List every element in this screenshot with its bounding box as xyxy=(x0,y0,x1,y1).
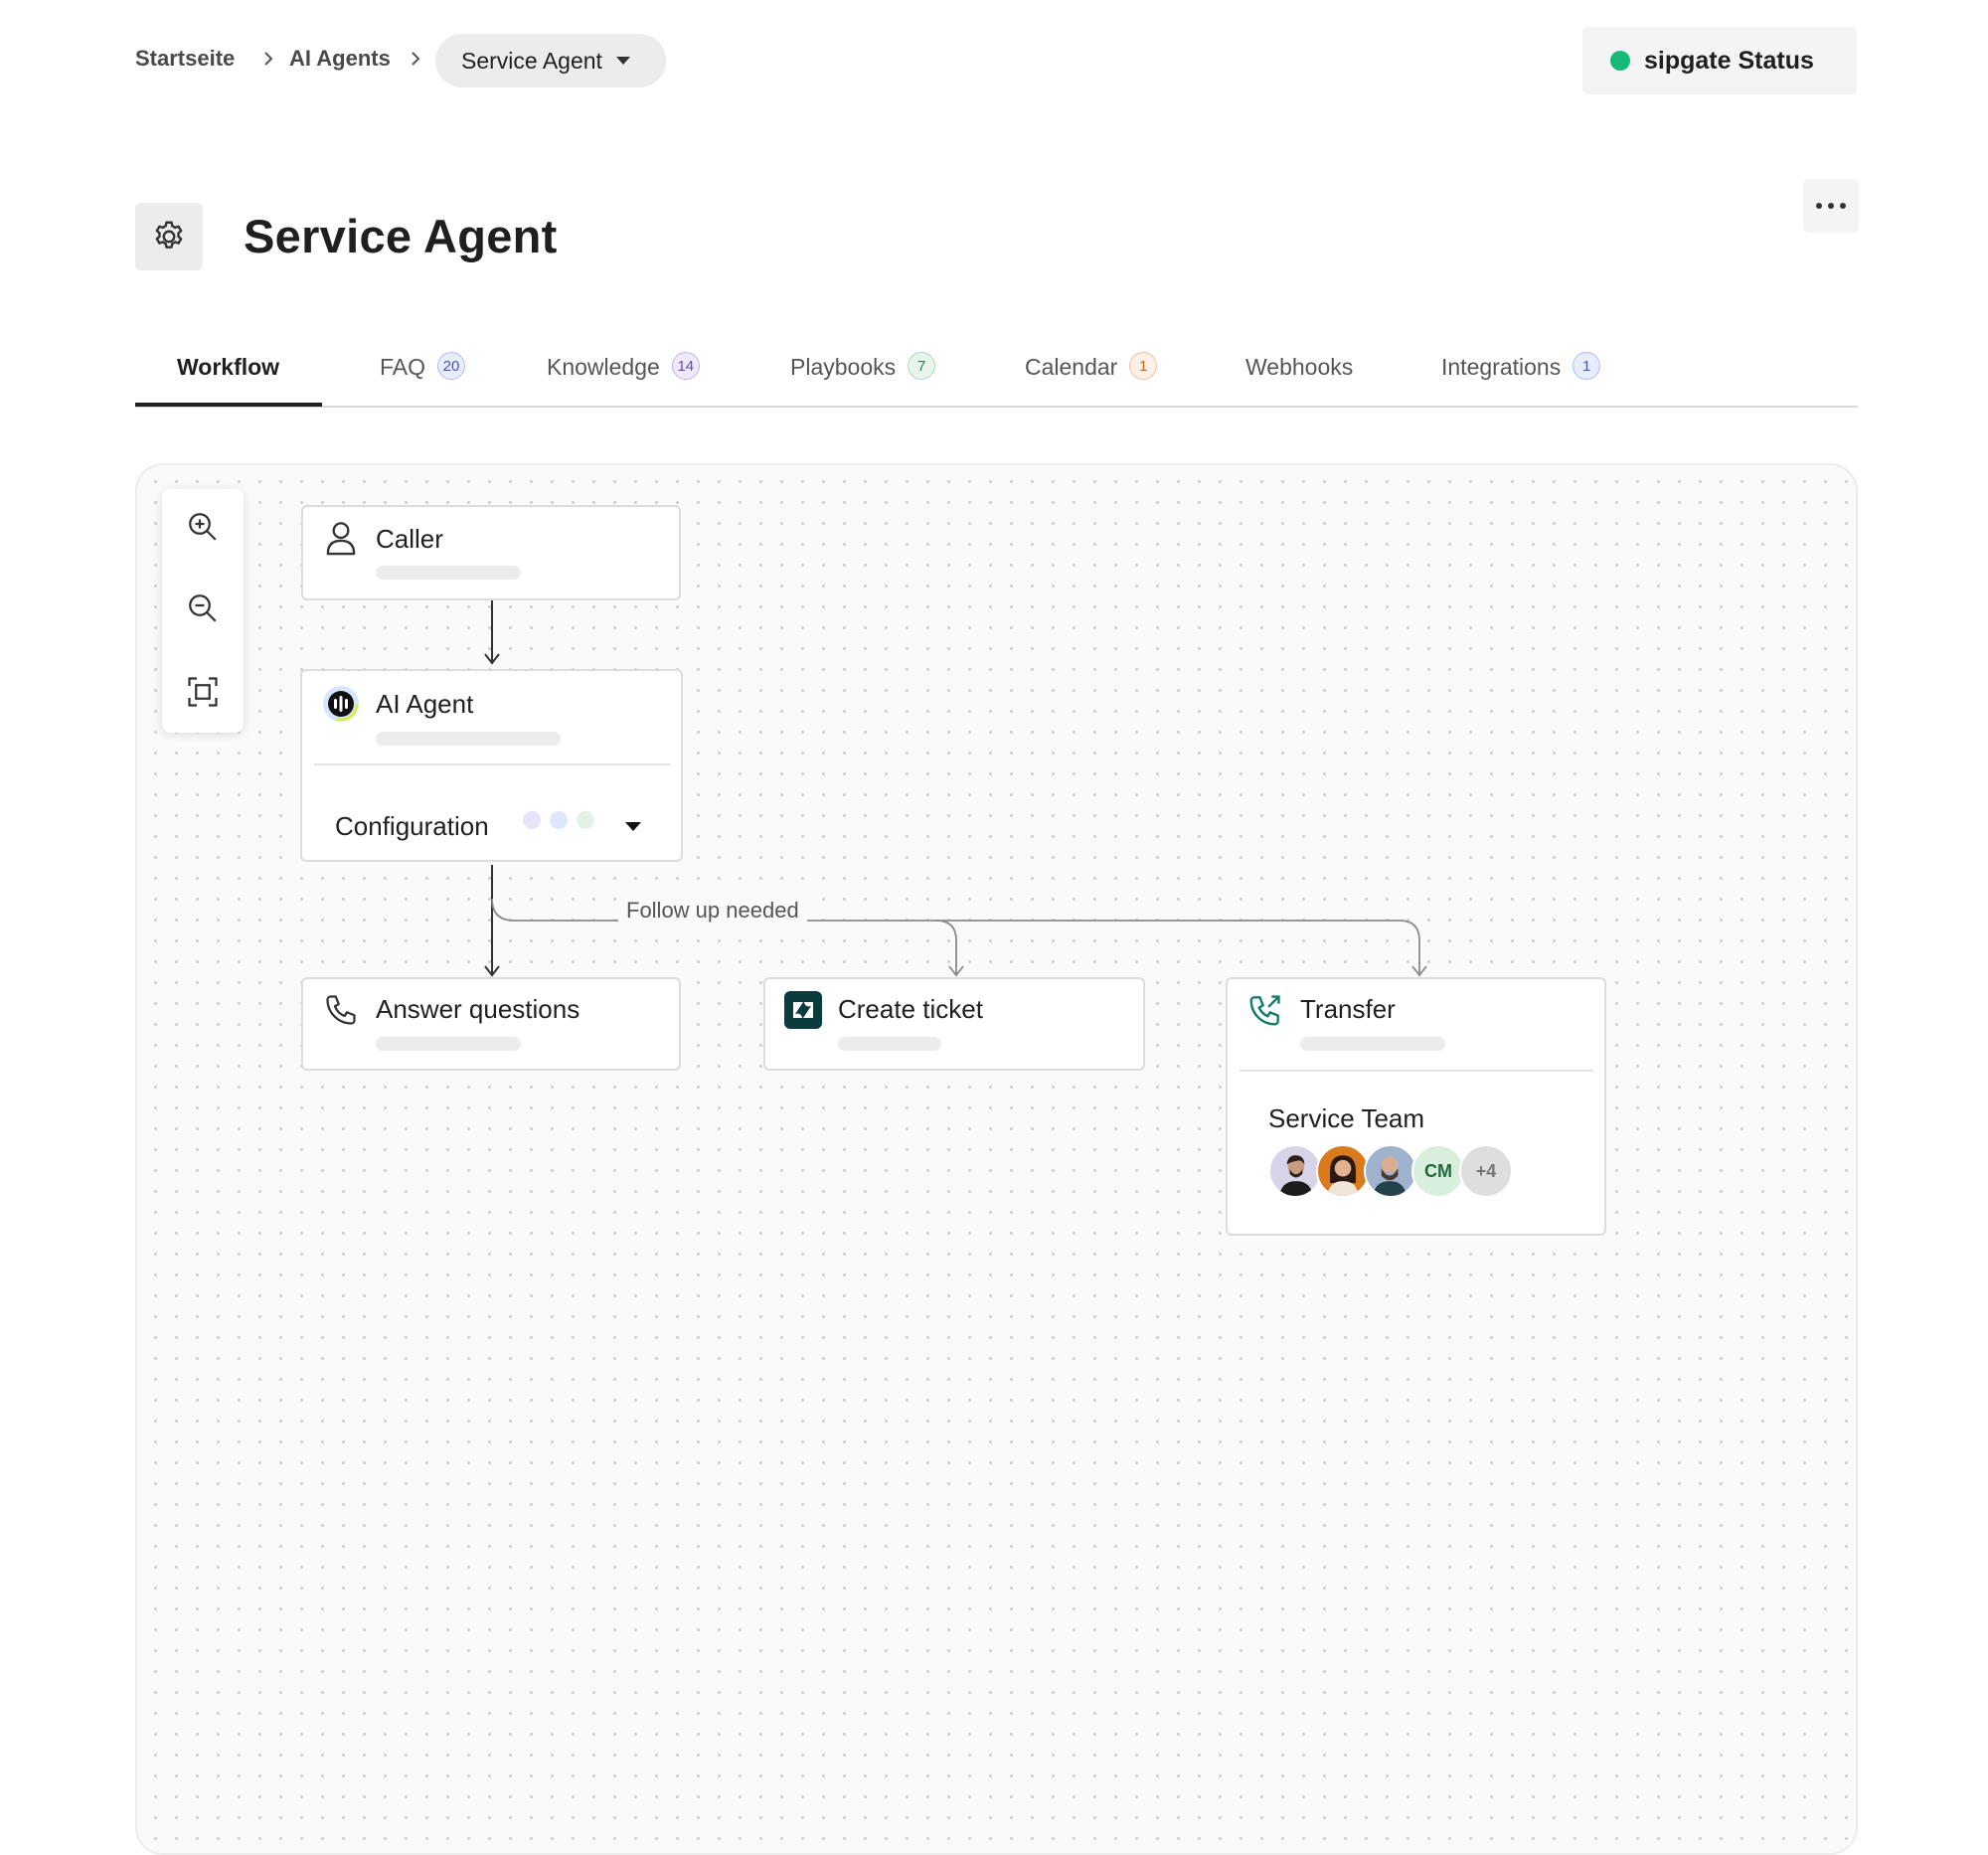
workflow-edges xyxy=(484,600,1427,977)
configuration-label: Configuration xyxy=(335,811,489,841)
node-title: Transfer xyxy=(1300,994,1396,1024)
node-title: Create ticket xyxy=(838,994,983,1024)
zoom-out-icon xyxy=(189,594,217,622)
configuration-toggle[interactable] xyxy=(620,813,646,839)
avatar-initials-text: CM xyxy=(1424,1160,1452,1181)
node-divider xyxy=(314,763,670,765)
phone-icon xyxy=(322,991,360,1029)
team-name: Service Team xyxy=(1268,1103,1425,1133)
config-status-dot xyxy=(523,811,541,829)
zoom-controls xyxy=(162,489,244,733)
edge-label-follow-up: Follow up needed xyxy=(618,898,807,924)
fit-view-button[interactable] xyxy=(179,668,227,716)
avatar-initials: CM xyxy=(1411,1144,1465,1198)
node-subtitle-placeholder xyxy=(838,1037,941,1051)
config-status-dot xyxy=(577,811,594,829)
user-icon xyxy=(322,519,360,557)
avatar-more-count[interactable]: +4 xyxy=(1459,1144,1513,1198)
node-subtitle-placeholder xyxy=(376,566,521,580)
avatar xyxy=(1364,1144,1417,1198)
node-subtitle-placeholder xyxy=(376,1037,521,1051)
zendesk-icon xyxy=(784,991,822,1029)
zoom-in-icon xyxy=(189,513,217,541)
caret-down-icon xyxy=(625,822,641,831)
node-title: Caller xyxy=(376,524,443,554)
node-divider xyxy=(1240,1070,1593,1072)
node-title: AI Agent xyxy=(376,689,474,719)
fit-view-icon xyxy=(188,677,218,707)
zoom-out-button[interactable] xyxy=(179,585,227,632)
node-subtitle-placeholder xyxy=(376,732,561,746)
more-members-count: +4 xyxy=(1475,1160,1497,1181)
node-title: Answer questions xyxy=(376,994,580,1024)
avatar xyxy=(1268,1144,1322,1198)
phone-transfer-icon xyxy=(1246,991,1284,1029)
ai-agent-logo-icon xyxy=(322,685,360,723)
zoom-in-button[interactable] xyxy=(179,503,227,551)
config-status-dot xyxy=(550,811,568,829)
node-subtitle-placeholder xyxy=(1300,1037,1445,1051)
avatar xyxy=(1316,1144,1370,1198)
